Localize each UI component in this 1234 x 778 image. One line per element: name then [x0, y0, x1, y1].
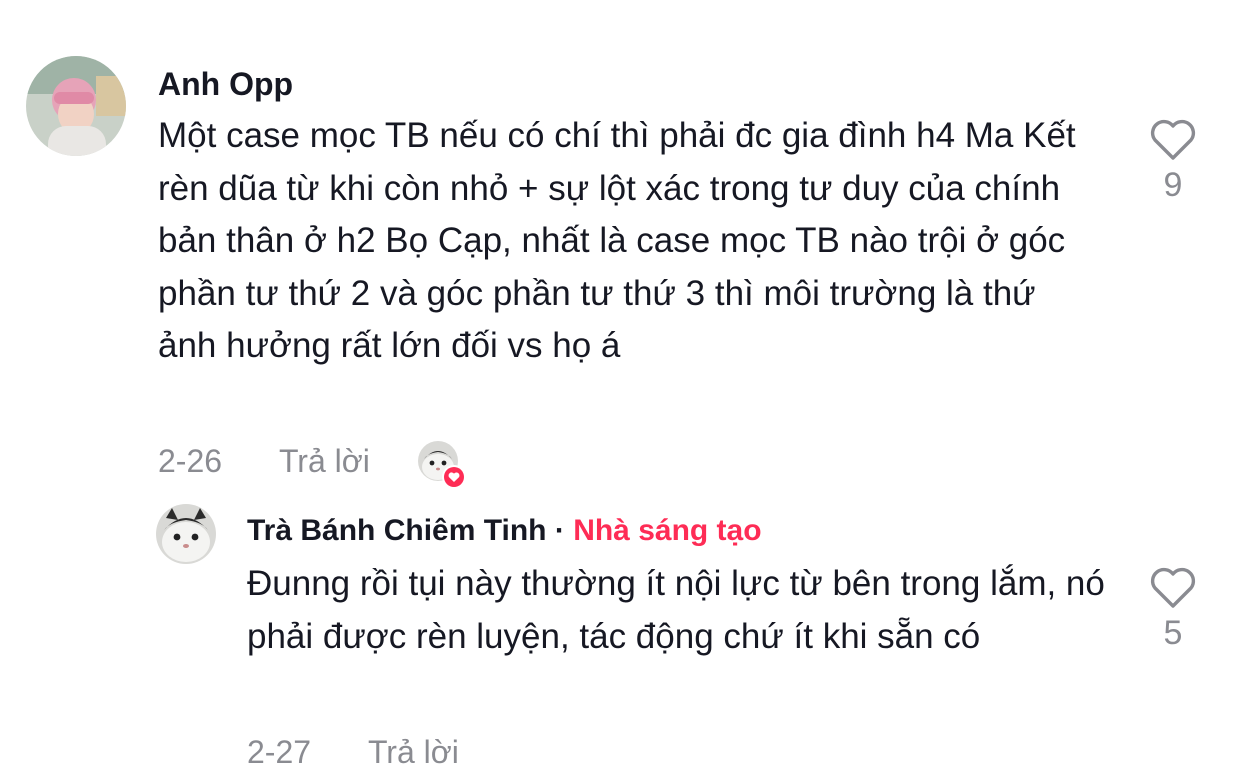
avatar[interactable] [156, 504, 216, 564]
reply-header: Trà Bánh Chiêm Tinh · Nhà sáng tạo [247, 512, 762, 550]
like-count: 9 [1163, 166, 1183, 204]
comment-meta: 2-26 Trả lời [158, 441, 370, 481]
reply-button[interactable]: Trả lời [368, 734, 459, 770]
avatar[interactable] [26, 56, 126, 156]
like-button[interactable]: 9 [1143, 118, 1203, 205]
like-button[interactable]: 5 [1143, 566, 1203, 653]
reply-button[interactable]: Trả lời [279, 443, 370, 479]
comment-username[interactable]: Anh Opp [158, 64, 293, 104]
separator-dot: · [554, 514, 565, 547]
heart-badge-icon [442, 465, 466, 489]
reply-meta: 2-27 Trả lời [247, 732, 459, 772]
like-count: 5 [1163, 614, 1183, 652]
comment-text: Một case mọc TB nếu có chí thì phải đc g… [158, 116, 1076, 365]
reply-username[interactable]: Trà Bánh Chiêm Tinh [247, 514, 547, 547]
creator-liked-indicator [418, 441, 466, 489]
comment-date: 2-26 [158, 443, 223, 479]
reply-date: 2-27 [247, 734, 312, 770]
heart-outline-icon [1150, 119, 1196, 160]
reply-item: Trà Bánh Chiêm Tinh · Nhà sáng tạo Đunng… [0, 490, 1234, 778]
reply-text: Đunng rồi tụi này thường ít nội lực từ b… [247, 564, 1105, 656]
creator-badge: Nhà sáng tạo [573, 514, 762, 547]
comment-item: Anh Opp Một case mọc TB nếu có chí thì p… [0, 0, 1234, 489]
heart-outline-icon [1150, 567, 1196, 608]
